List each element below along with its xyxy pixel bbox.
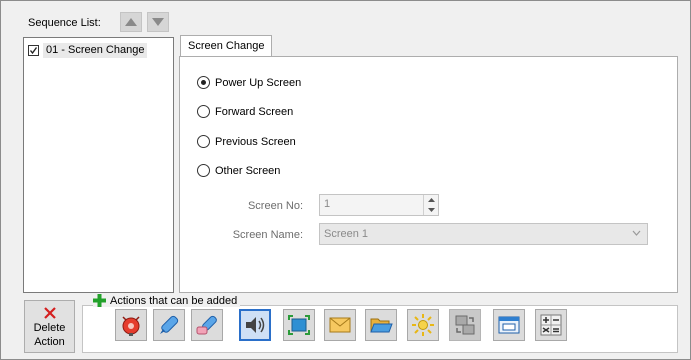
action-capture-button[interactable] <box>283 309 315 341</box>
delete-action-button[interactable]: Delete Action <box>24 300 75 353</box>
window-switch-icon <box>455 315 475 335</box>
delete-x-icon <box>43 307 56 319</box>
action-popup-window-button[interactable] <box>493 309 525 341</box>
action-window-switch-button[interactable] <box>449 309 481 341</box>
screen-name-label: Screen Name: <box>232 229 303 241</box>
actions-title: Actions that can be added <box>110 294 238 307</box>
action-calculate-button[interactable] <box>535 309 567 341</box>
move-down-button[interactable] <box>147 12 169 32</box>
sequence-list[interactable]: 01 - Screen Change <box>23 37 174 293</box>
screen-no-stepper[interactable]: 1 <box>319 194 439 216</box>
spin-up-icon <box>427 198 435 202</box>
power-up-screen-label: Power Up Screen <box>215 76 302 89</box>
actions-header: Actions that can be added <box>93 294 241 307</box>
sequence-item-checkbox[interactable] <box>28 44 39 56</box>
checkmark-icon <box>29 46 38 54</box>
sequence-list-label: Sequence List: <box>28 17 101 29</box>
action-brightness-button[interactable] <box>407 309 439 341</box>
sequence-list-item[interactable]: 01 - Screen Change <box>28 42 148 58</box>
alarm-bell-icon <box>122 316 140 336</box>
action-alarm-button[interactable] <box>115 309 147 341</box>
plus-icon <box>93 294 106 307</box>
action-open-folder-button[interactable] <box>365 309 397 341</box>
power-up-screen-radio[interactable] <box>197 76 210 89</box>
calculator-icon <box>540 314 562 336</box>
previous-screen-label: Previous Screen <box>215 135 296 148</box>
write-pen-icon <box>160 315 179 334</box>
move-up-button[interactable] <box>120 12 142 32</box>
envelope-icon <box>329 317 351 333</box>
delete-action-label-1: Delete <box>33 322 66 334</box>
other-screen-radio[interactable] <box>197 164 210 177</box>
power-up-screen-option[interactable]: Power Up Screen <box>197 76 301 89</box>
triangle-down-icon <box>152 18 164 26</box>
screen-change-panel: Power Up Screen Forward Screen Previous … <box>179 56 678 293</box>
action-write-button[interactable] <box>153 309 185 341</box>
screen-name-select[interactable]: Screen 1 <box>319 223 648 245</box>
spin-down-icon <box>427 208 435 212</box>
previous-screen-radio[interactable] <box>197 135 210 148</box>
other-screen-label: Other Screen <box>215 164 281 177</box>
speaker-icon <box>246 317 265 333</box>
forward-screen-radio[interactable] <box>197 105 210 118</box>
popup-window-icon <box>498 316 520 334</box>
screen-capture-icon <box>288 315 310 335</box>
screen-name-value: Screen 1 <box>324 228 369 240</box>
brightness-icon <box>412 314 434 336</box>
open-folder-icon <box>370 318 393 333</box>
previous-screen-option[interactable]: Previous Screen <box>197 135 296 148</box>
stepper-down-button[interactable] <box>424 205 438 215</box>
delete-action-label-2: Action <box>34 336 65 348</box>
screen-no-value: 1 <box>324 198 331 210</box>
action-erase-button[interactable] <box>191 309 223 341</box>
sequence-item-label: 01 - Screen Change <box>43 42 148 58</box>
action-sound-button[interactable] <box>239 309 271 341</box>
forward-screen-label: Forward Screen <box>215 105 294 118</box>
other-screen-option[interactable]: Other Screen <box>197 164 280 177</box>
chevron-down-icon <box>632 230 641 236</box>
forward-screen-option[interactable]: Forward Screen <box>197 105 293 118</box>
screen-no-label: Screen No: <box>247 200 303 212</box>
stepper-up-button[interactable] <box>424 195 438 205</box>
tab-screen-change[interactable]: Screen Change <box>180 35 273 57</box>
erase-pen-icon <box>196 315 217 335</box>
action-mail-button[interactable] <box>324 309 356 341</box>
triangle-up-icon <box>125 18 137 26</box>
